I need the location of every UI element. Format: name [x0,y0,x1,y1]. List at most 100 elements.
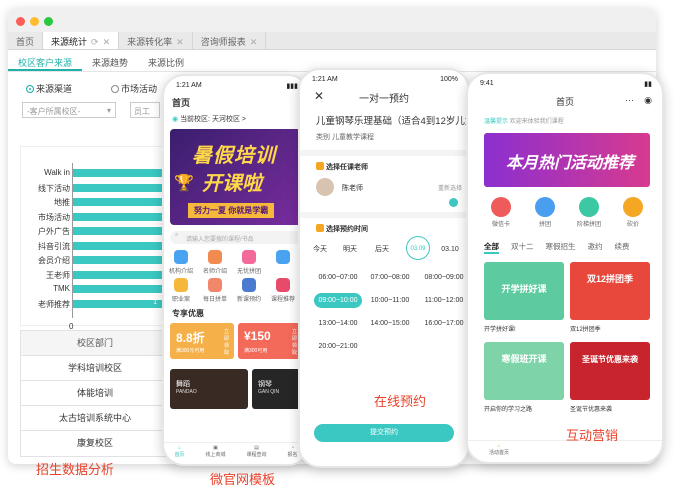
time-slot[interactable]: 16:00~17:00 [420,316,468,331]
banner-text: 本月热门活动推荐 [506,155,635,172]
chart-bar[interactable] [73,198,165,206]
activity-banner[interactable]: 本月热门活动推荐 [484,133,650,187]
activity-card-image[interactable]: 寒假班开课 [484,342,564,400]
time-slot-selected[interactable]: 09:00~10:00 [314,293,362,308]
tab-invite[interactable]: 邀约 [588,241,603,254]
reselect-link[interactable]: 重新选择 [438,183,462,192]
tab-renew[interactable]: 续费 [615,241,630,254]
battery-icon: ▮▮▮ [286,83,298,90]
nav-shop[interactable]: ▣ 线上商城 [205,445,225,464]
chart-bar[interactable] [73,183,165,192]
teacher-name: 陈老师 [342,185,363,192]
card-label: 开学拼好课! [484,327,516,333]
subtab-source-trend[interactable]: 来源趋势 [82,52,138,71]
icon-wechat-card[interactable]: 微信卡 [486,197,516,228]
nav-signup[interactable]: ◔ 报名 [287,445,297,464]
grid-item-intro[interactable]: 机构介绍 [168,250,194,275]
chart-category-label: 会员介绍 [38,256,70,265]
tab-double12[interactable]: 双十二 [511,241,534,254]
chart-bar[interactable] [73,212,165,221]
staff-input[interactable]: 员工 [130,102,160,118]
grid-item-daily[interactable]: 每日拼单 [202,278,228,303]
grid-item-career[interactable]: 职业案 [168,278,194,303]
icon-group-buy[interactable]: 拼团 [530,197,560,228]
coupon-card[interactable]: ¥150 满300可用 立即领取 [238,323,302,359]
more-icon[interactable]: ··· [625,95,634,105]
tab-all[interactable]: 全部 [484,241,499,254]
time-slot[interactable]: 07:00~08:00 [366,270,414,285]
close-icon[interactable]: ✕ [250,37,258,47]
coupon-claim-button[interactable]: 立即领取 [224,329,232,357]
tab-consultant-report[interactable]: 咨询师报表 ✕ [193,32,267,49]
teacher-row[interactable]: 陈老师 重新选择 [300,172,468,210]
radio-market-activity[interactable]: 市场活动 [111,82,157,95]
day-0309[interactable]: 03.09 [406,236,430,260]
activity-card-image[interactable]: 开学拼好课 [484,262,564,320]
step-icon [316,162,324,170]
tab-home[interactable]: 首页 [8,32,44,49]
grid-item-recommend[interactable]: 课程推荐 [270,278,296,303]
activity-card-image[interactable]: 圣诞节优惠来袭 [570,342,650,400]
status-time: 1:21 AM [176,82,202,89]
subtab-campus-source[interactable]: 校区客户来源 [8,52,83,71]
nav-activity-home[interactable]: ⌂ 活动首页 [484,443,514,456]
maximize-window-icon[interactable] [44,17,53,26]
time-slot[interactable]: 13:00~14:00 [314,316,362,331]
time-slot[interactable]: 06:00~07:00 [314,270,362,285]
chart-bar[interactable] [73,169,165,177]
tab-source-stats[interactable]: 来源统计 ⟳ ✕ [43,32,120,49]
close-icon[interactable]: ✕ [176,37,184,47]
select-value: -客户所属校区- [27,107,81,116]
campus-select[interactable]: -客户所属校区- ▾ [22,102,116,118]
card-image-text: 圣诞节优惠来袭 [582,355,638,364]
book-icon: ▤ [254,445,259,451]
icon-ladder-group[interactable]: 阶梯拼团 [574,197,604,228]
tab-winter[interactable]: 寒假招生 [546,241,576,254]
submit-booking-button[interactable]: 提交预约 [314,424,454,442]
table-row[interactable]: 体能培训 [21,381,169,406]
icon-grid: 机构介绍 名师介绍 无忧拼团 职业案 每日拼单 新课预约 课程推荐 [164,244,308,306]
chart-bar[interactable] [73,256,165,264]
campus-label[interactable]: ◉ 当前校区: 天河校区 > [164,109,308,124]
time-slot[interactable]: 11:00~12:00 [420,293,468,308]
target-icon[interactable]: ◉ [644,95,652,106]
phone-icon[interactable] [449,198,458,207]
time-slot[interactable]: 14:00~15:00 [366,316,414,331]
time-slot[interactable]: 08:00~09:00 [420,270,468,285]
refresh-icon[interactable]: ⟳ [91,37,99,47]
nav-course[interactable]: ▤ 课程查询 [246,445,266,464]
chart-bar[interactable] [73,270,165,279]
search-input[interactable]: ⌕ 请输入您要搜的课程/书品 [170,231,302,244]
radio-label: 市场活动 [121,84,158,94]
tab-conversion[interactable]: 来源转化率 ✕ [119,32,193,49]
activity-card-image[interactable]: 双12拼团季 [570,262,650,320]
chart-bar[interactable] [73,241,165,250]
table-row[interactable]: 康复校区 [21,431,169,456]
icon-bargain[interactable]: 砍价 [618,197,648,228]
source-bar-chart: Walk in 线下活动 地推 市场活动 户外广告 抖音引流 会员介绍 王老师 TMK 老师推荐 1… [20,146,165,331]
minimize-window-icon[interactable] [30,17,39,26]
subtab-source-ratio[interactable]: 来源比例 [138,52,194,71]
table-row[interactable]: 太古培训系统中心 [21,406,169,431]
table-row[interactable]: 学科培训校区 [21,356,169,381]
day-0310[interactable]: 03.10 [430,242,468,257]
coupon-card[interactable]: 8.8折 满300元可用 立即领取 [170,323,234,359]
grid-item-group[interactable]: 无忧拼团 [236,250,262,275]
nav-home[interactable]: ⌂ 首页 [174,445,184,464]
summer-banner[interactable]: 暑假培训 开课啦 努力一夏 你就是学霸 🏆 [170,129,306,225]
time-slot[interactable]: 20:00~21:00 [314,339,362,354]
radio-source-channel[interactable]: 来源渠道 [26,82,72,95]
grid-item-booking[interactable]: 新课预约 [236,278,262,303]
day-after[interactable]: 后天 [362,242,402,257]
close-window-icon[interactable] [16,17,25,26]
chart-bar[interactable]: 1 [73,298,165,308]
chart-data-label: 1 [153,298,157,306]
chart-bar[interactable] [73,285,165,293]
close-icon[interactable]: ✕ [103,37,111,47]
course-card-dance[interactable]: 舞蹈 PANDAO [170,369,248,409]
grid-item-teachers[interactable]: 名师介绍 [202,250,228,275]
trophy-icon: 🏆 [174,175,194,192]
grid-item-4[interactable] [270,250,296,266]
chart-bar[interactable] [73,227,165,235]
time-slot[interactable]: 10:00~11:00 [366,293,414,308]
